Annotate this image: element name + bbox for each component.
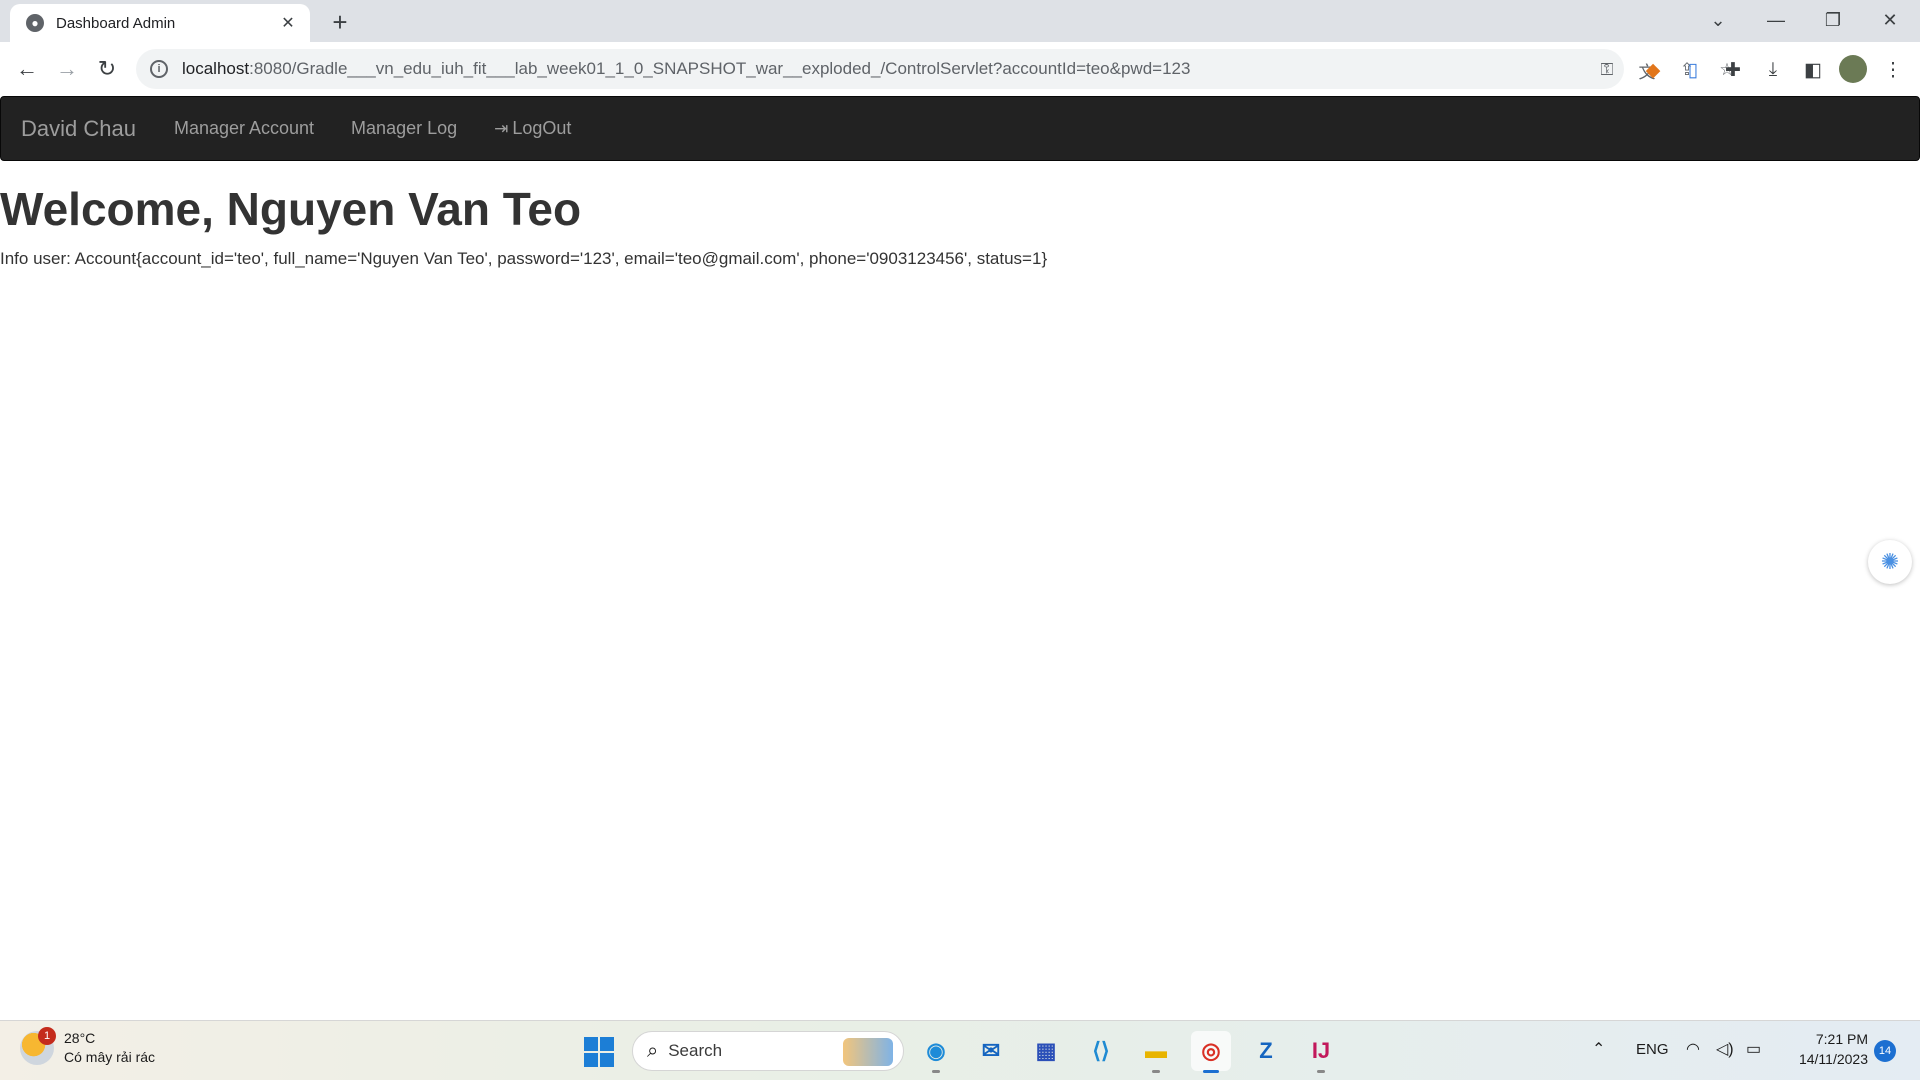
windows-logo-pane xyxy=(584,1037,598,1051)
running-indicator xyxy=(932,1070,940,1073)
reload-icon[interactable]: ↻ xyxy=(90,52,124,86)
windows-logo-pane xyxy=(600,1037,614,1051)
search-icon: ⌕ xyxy=(647,1039,659,1062)
search-highlight-image xyxy=(843,1038,893,1066)
minimize-icon[interactable]: — xyxy=(1748,0,1804,40)
running-indicator xyxy=(1317,1070,1325,1073)
taskbar-search[interactable]: ⌕ Search xyxy=(632,1031,904,1071)
weather-desc: Có mây rải rác xyxy=(64,1049,156,1065)
url-path: :8080/Gradle___vn_edu_iuh_fit___lab_week… xyxy=(249,59,1191,78)
tab-search-chevron-icon[interactable]: ⌄ xyxy=(1690,0,1746,40)
kebab-menu-icon[interactable]: ⋮ xyxy=(1880,57,1906,83)
navbar-brand[interactable]: David Chau xyxy=(21,116,136,142)
file-explorer-icon[interactable]: ▬ xyxy=(1136,1031,1176,1073)
os-taskbar: 1 28°C Có mây rải rác ⌕ Search ◉ ✉ ▦ ⟨⟩ … xyxy=(0,1020,1920,1080)
notification-badge[interactable]: 14 xyxy=(1874,1040,1896,1062)
page-title: Welcome, Nguyen Van Teo xyxy=(0,183,582,235)
assistant-floating-icon[interactable]: ✺ xyxy=(1868,540,1912,584)
store-icon[interactable]: ▦ xyxy=(1026,1031,1066,1071)
weather-temp: 28°C xyxy=(64,1030,96,1046)
edge-icon[interactable]: ◉ xyxy=(916,1031,956,1073)
globe-icon: ● xyxy=(26,14,44,32)
mail-icon[interactable]: ✉ xyxy=(971,1031,1011,1071)
start-button[interactable] xyxy=(584,1037,614,1067)
nav-manager-account[interactable]: Manager Account xyxy=(174,118,314,139)
side-panel-icon[interactable]: ◧ xyxy=(1800,57,1826,83)
intellij-icon[interactable]: IJ xyxy=(1301,1031,1341,1073)
wifi-icon[interactable]: ◠ xyxy=(1686,1039,1700,1059)
fox-icon[interactable]: ◆ xyxy=(1640,57,1666,83)
key-icon[interactable]: ⚿ xyxy=(1596,59,1618,81)
vscode-icon[interactable]: ⟨⟩ xyxy=(1081,1031,1121,1071)
new-tab-button[interactable]: + xyxy=(324,6,356,38)
forward-icon[interactable]: → xyxy=(50,52,84,86)
browser-toolbar: ← → ↻ i localhost:8080/Gradle___vn_edu_i… xyxy=(0,42,1920,96)
zalo-icon[interactable]: Z xyxy=(1246,1031,1286,1071)
nav-manager-log[interactable]: Manager Log xyxy=(351,118,457,139)
avatar[interactable] xyxy=(1839,55,1867,83)
nav-logout[interactable]: ⇥ LogOut xyxy=(494,118,571,139)
running-indicator xyxy=(1203,1070,1219,1073)
info-icon[interactable]: i xyxy=(150,60,168,78)
clock-time: 7:21 PM xyxy=(1815,1031,1868,1047)
battery-icon[interactable]: ▭ xyxy=(1746,1039,1761,1059)
clock[interactable]: 7:21 PM 14/11/2023 xyxy=(1780,1029,1868,1069)
user-info-text: Info user: Account{account_id='teo', ful… xyxy=(0,249,1048,268)
nav-logout-label: LogOut xyxy=(512,118,572,138)
address-bar[interactable]: i localhost:8080/Gradle___vn_edu_iuh_fit… xyxy=(136,49,1735,89)
puzzle-icon[interactable]: ✚ xyxy=(1720,57,1746,83)
volume-icon[interactable]: ◁) xyxy=(1716,1039,1734,1059)
logout-icon: ⇥ xyxy=(494,118,509,138)
running-indicator xyxy=(1152,1070,1160,1073)
chrome-icon[interactable]: ◎ xyxy=(1191,1031,1231,1073)
restore-icon[interactable]: ❐ xyxy=(1805,0,1861,40)
browser-tab[interactable]: ● Dashboard Admin ✕ xyxy=(10,4,310,42)
url-text[interactable]: localhost:8080/Gradle___vn_edu_iuh_fit__… xyxy=(182,59,1190,79)
back-icon[interactable]: ← xyxy=(10,52,44,86)
window-close-icon[interactable]: ✕ xyxy=(1862,0,1918,40)
site-navbar: David Chau Manager Account Manager Log ⇥… xyxy=(0,96,1920,161)
download-icon[interactable]: ⤓ xyxy=(1760,57,1786,83)
search-label: Search xyxy=(668,1041,723,1060)
url-host: localhost xyxy=(182,59,250,78)
language-indicator[interactable]: ENG xyxy=(1636,1041,1669,1058)
browser-tabstrip: ● Dashboard Admin ✕ + ⌄ — ❐ ✕ xyxy=(0,0,1920,42)
weather-badge: 1 xyxy=(38,1027,56,1045)
windows-logo-pane xyxy=(584,1053,598,1067)
tray-chevron-icon[interactable]: ⌃ xyxy=(1592,1039,1605,1059)
windows-logo-pane xyxy=(600,1053,614,1067)
reader-extension-icon[interactable]: ▯ xyxy=(1680,57,1706,83)
clock-date: 14/11/2023 xyxy=(1798,1051,1868,1067)
weather-icon: 1 xyxy=(20,1027,56,1065)
weather-widget[interactable]: 1 28°C Có mây rải rác xyxy=(20,1027,156,1067)
tab-title: Dashboard Admin xyxy=(56,14,176,32)
tab-close-icon[interactable]: ✕ xyxy=(278,13,298,33)
